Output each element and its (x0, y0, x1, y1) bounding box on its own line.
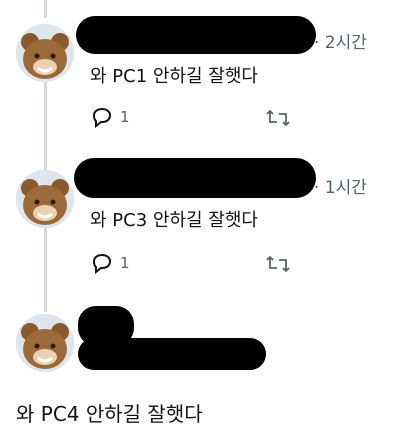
retweet-icon (266, 109, 290, 127)
redacted-username (76, 16, 316, 54)
reply-count: 1 (120, 108, 130, 126)
retweet-icon (266, 255, 290, 273)
tweet-timestamp[interactable]: · 1시간 (314, 173, 367, 198)
thread-line (44, 228, 47, 312)
bear-avatar-icon (16, 170, 74, 228)
bear-avatar-icon (16, 24, 74, 82)
reply-icon (92, 253, 112, 274)
redacted-username (74, 158, 316, 198)
bear-avatar-icon (16, 314, 74, 372)
tweet-text: 와 PC1 안하길 잘햇다 (90, 66, 258, 87)
avatar[interactable] (16, 314, 74, 372)
reply-button[interactable]: 1 (90, 106, 130, 128)
tweet-text: 와 PC4 안하길 잘햇다 (16, 402, 203, 426)
retweet-button[interactable] (264, 108, 292, 128)
thread-line (44, 82, 47, 174)
tweet-timestamp[interactable]: · 2시간 (314, 28, 367, 53)
retweet-button[interactable] (264, 254, 292, 274)
redacted-username (78, 338, 266, 370)
tweet-text: 와 PC3 안하길 잘햇다 (90, 210, 258, 231)
thread-line (44, 0, 47, 18)
reply-count: 1 (120, 254, 130, 272)
avatar[interactable] (16, 170, 74, 228)
reply-button[interactable]: 1 (90, 252, 130, 274)
reply-icon (92, 107, 112, 128)
avatar[interactable] (16, 24, 74, 82)
